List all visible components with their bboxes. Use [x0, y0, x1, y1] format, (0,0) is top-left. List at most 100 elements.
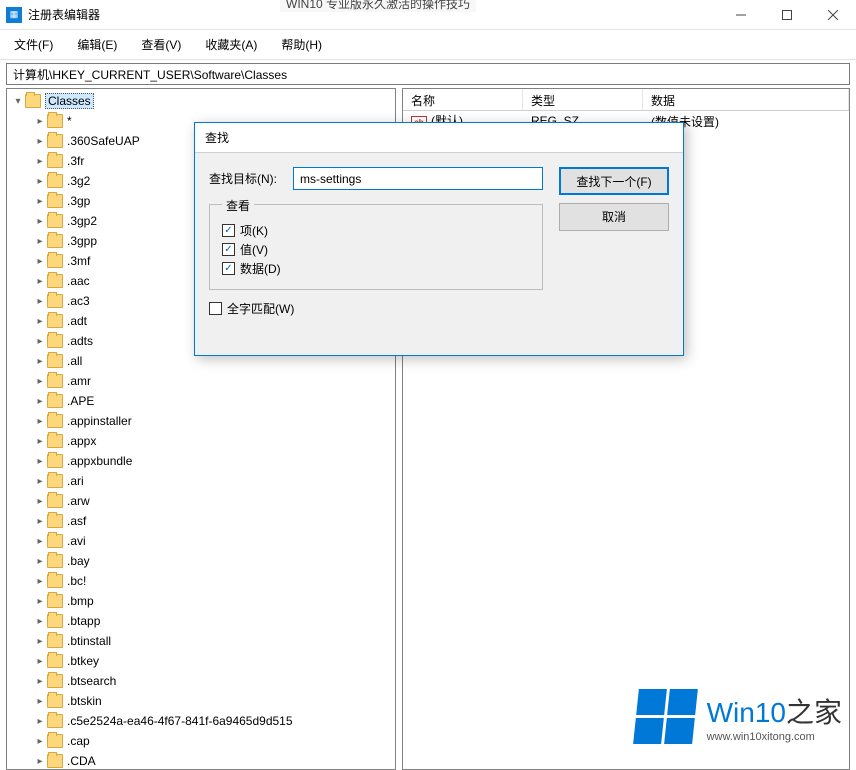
- tree-item[interactable]: ▸.appinstaller: [7, 411, 395, 431]
- tree-label: .appx: [67, 434, 96, 448]
- expand-icon[interactable]: ▸: [33, 136, 47, 147]
- expand-icon[interactable]: ▸: [33, 536, 47, 547]
- tree-label: .3fr: [67, 154, 84, 168]
- expand-icon[interactable]: ▸: [33, 216, 47, 227]
- tree-label: .ac3: [67, 294, 90, 308]
- tree-item[interactable]: ▸.btsearch: [7, 671, 395, 691]
- find-target-input[interactable]: [293, 167, 543, 190]
- maximize-button[interactable]: [764, 0, 810, 30]
- find-target-label: 查找目标(N):: [209, 170, 279, 187]
- expand-icon[interactable]: ▸: [33, 696, 47, 707]
- collapse-icon[interactable]: ▾: [11, 96, 25, 107]
- tree-label: .bmp: [67, 594, 94, 608]
- find-dialog: 查找 查找目标(N): 查看 ✓ 项(K) ✓ 值(V): [194, 122, 684, 356]
- expand-icon[interactable]: ▸: [33, 256, 47, 267]
- close-button[interactable]: [810, 0, 856, 30]
- expand-icon[interactable]: ▸: [33, 376, 47, 387]
- find-next-button[interactable]: 查找下一个(F): [559, 167, 669, 195]
- checkbox-wholeword[interactable]: 全字匹配(W): [209, 300, 543, 317]
- tree-item[interactable]: ▸.btskin: [7, 691, 395, 711]
- check-icon: ✓: [222, 224, 235, 237]
- expand-icon[interactable]: ▸: [33, 436, 47, 447]
- col-header-type[interactable]: 类型: [523, 89, 643, 110]
- close-icon: [828, 10, 838, 20]
- checkbox-data[interactable]: ✓ 数据(D): [222, 260, 530, 277]
- tree-item[interactable]: ▸ .btinstall: [7, 631, 395, 651]
- menu-view[interactable]: 查看(V): [135, 34, 187, 55]
- expand-icon[interactable]: ▸: [33, 556, 47, 567]
- tree-item[interactable]: ▸.cap: [7, 731, 395, 751]
- expand-icon[interactable]: ▸: [33, 716, 47, 727]
- menu-file[interactable]: 文件(F): [8, 34, 59, 55]
- expand-icon[interactable]: ▸: [33, 576, 47, 587]
- col-header-name[interactable]: 名称: [403, 89, 523, 110]
- expand-icon[interactable]: ▸: [33, 116, 47, 127]
- expand-icon[interactable]: ▸: [33, 736, 47, 747]
- expand-icon[interactable]: ▸: [33, 456, 47, 467]
- tree-label: .APE: [67, 394, 94, 408]
- menu-favorites[interactable]: 收藏夹(A): [199, 34, 263, 55]
- tree-item[interactable]: ▸.bay: [7, 551, 395, 571]
- tree-item[interactable]: ▸ .APE: [7, 391, 395, 411]
- tree-item[interactable]: ▸ .bmp: [7, 591, 395, 611]
- check-icon: ✓: [222, 262, 235, 275]
- tree-item[interactable]: ▸.btkey: [7, 651, 395, 671]
- menu-edit[interactable]: 编辑(E): [71, 34, 123, 55]
- tree-item[interactable]: ▸ .bc!: [7, 571, 395, 591]
- tree-item[interactable]: ▸.ari: [7, 471, 395, 491]
- check-icon: ✓: [222, 243, 235, 256]
- expand-icon[interactable]: ▸: [33, 196, 47, 207]
- expand-icon[interactable]: ▸: [33, 416, 47, 427]
- expand-icon[interactable]: ▸: [33, 176, 47, 187]
- folder-icon: [47, 614, 63, 628]
- expand-icon[interactable]: ▸: [33, 236, 47, 247]
- col-header-data[interactable]: 数据: [643, 89, 849, 110]
- folder-icon: [47, 174, 63, 188]
- tree-label: .bc!: [67, 574, 86, 588]
- lookat-group: 查看 ✓ 项(K) ✓ 值(V) ✓ 数据(D): [209, 204, 543, 290]
- expand-icon[interactable]: ▸: [33, 596, 47, 607]
- expand-icon[interactable]: ▸: [33, 156, 47, 167]
- folder-icon: [47, 734, 63, 748]
- tree-label: Classes: [45, 93, 94, 109]
- tree-label: *: [67, 114, 72, 128]
- checkbox-keys[interactable]: ✓ 项(K): [222, 222, 530, 239]
- folder-icon: [47, 554, 63, 568]
- folder-icon: [47, 294, 63, 308]
- tree-root-classes[interactable]: ▾ Classes: [7, 91, 395, 111]
- expand-icon[interactable]: ▸: [33, 656, 47, 667]
- folder-icon: [47, 494, 63, 508]
- expand-icon[interactable]: ▸: [33, 296, 47, 307]
- expand-icon[interactable]: ▸: [33, 496, 47, 507]
- cancel-button[interactable]: 取消: [559, 203, 669, 231]
- tree-item[interactable]: ▸.CDA: [7, 751, 395, 770]
- address-bar[interactable]: 计算机\HKEY_CURRENT_USER\Software\Classes: [6, 63, 850, 85]
- expand-icon[interactable]: ▸: [33, 756, 47, 767]
- folder-icon: [47, 334, 63, 348]
- tree-item[interactable]: ▸.btapp: [7, 611, 395, 631]
- expand-icon[interactable]: ▸: [33, 676, 47, 687]
- tree-item[interactable]: ▸ .appx: [7, 431, 395, 451]
- tree-item[interactable]: ▸.avi: [7, 531, 395, 551]
- tree-item[interactable]: ▸.amr: [7, 371, 395, 391]
- expand-icon[interactable]: ▸: [33, 476, 47, 487]
- tree-item[interactable]: ▸.asf: [7, 511, 395, 531]
- expand-icon[interactable]: ▸: [33, 396, 47, 407]
- tree-item[interactable]: ▸.appxbundle: [7, 451, 395, 471]
- tree-label: .3gp2: [67, 214, 97, 228]
- tree-item[interactable]: ▸.c5e2524a-ea46-4f67-841f-6a9465d9d515: [7, 711, 395, 731]
- tree-item[interactable]: ▸.arw: [7, 491, 395, 511]
- expand-icon[interactable]: ▸: [33, 616, 47, 627]
- menu-help[interactable]: 帮助(H): [275, 34, 328, 55]
- checkbox-values-label: 值(V): [240, 241, 268, 258]
- expand-icon[interactable]: ▸: [33, 276, 47, 287]
- expand-icon[interactable]: ▸: [33, 336, 47, 347]
- expand-icon[interactable]: ▸: [33, 356, 47, 367]
- minimize-button[interactable]: [718, 0, 764, 30]
- expand-icon[interactable]: ▸: [33, 636, 47, 647]
- checkbox-values[interactable]: ✓ 值(V): [222, 241, 530, 258]
- tree-label: .btinstall: [67, 634, 111, 648]
- folder-icon: [47, 274, 63, 288]
- expand-icon[interactable]: ▸: [33, 516, 47, 527]
- expand-icon[interactable]: ▸: [33, 316, 47, 327]
